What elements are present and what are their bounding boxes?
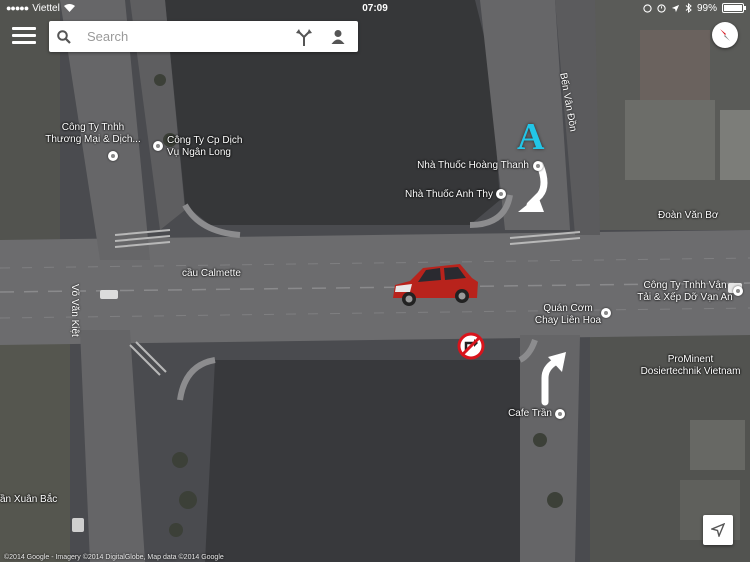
place-label[interactable]: Nhà Thuốc Hoàng Thanh [400, 160, 529, 172]
menu-button[interactable] [12, 24, 36, 46]
street-label: Võ Văn Kiệt [69, 284, 80, 337]
place-pin-icon[interactable] [496, 189, 506, 199]
bridge-label: cầu Calmette [182, 268, 241, 279]
place-label[interactable]: Quán Cơm Chay Liên Hoa [528, 303, 608, 327]
battery-percent: 99% [696, 2, 717, 14]
search-icon [49, 21, 79, 52]
place-label[interactable]: Công Ty Tnhh Vận Tải & Xếp Dỡ Vạn An [625, 280, 745, 304]
battery-icon [722, 3, 746, 13]
directions-button[interactable] [294, 27, 314, 47]
place-label[interactable]: ProMinent Dosiertechnik Vietnam [633, 354, 748, 378]
place-pin-icon[interactable] [601, 308, 611, 318]
clock: 07:09 [362, 2, 388, 14]
place-pin-icon[interactable] [533, 161, 543, 171]
place-label[interactable]: ần Xuân Bắc [0, 494, 57, 506]
search-input[interactable] [85, 28, 289, 45]
search-bar[interactable] [49, 21, 358, 52]
map-attribution: ©2014 Google - Imagery ©2014 DigitalGlob… [4, 554, 224, 561]
bluetooth-icon [685, 3, 692, 13]
place-pin-icon[interactable] [153, 141, 163, 151]
destination-marker-a[interactable]: A [517, 118, 544, 156]
place-label[interactable]: Công Ty Tnhh Thương Mại & Dịch... [28, 122, 158, 146]
menu-icon [12, 27, 36, 44]
location-arrow-icon [671, 4, 680, 12]
place-pin-icon[interactable] [733, 286, 743, 296]
compass-button[interactable] [712, 22, 738, 48]
place-label[interactable]: Nhà Thuốc Anh Thy [390, 189, 493, 201]
my-location-button[interactable] [703, 515, 733, 545]
place-label[interactable]: Cafe Trần [490, 408, 552, 420]
street-label: Đoàn Văn Bơ [658, 210, 719, 221]
directions-icon [296, 29, 312, 46]
alarm-icon [657, 3, 666, 13]
place-pin-icon[interactable] [108, 151, 118, 161]
lock-rotation-icon [643, 3, 652, 13]
status-bar: ●●●●● Viettel 07:09 99% [0, 0, 750, 16]
compass-icon [720, 29, 730, 41]
place-label[interactable]: Công Ty Cp Dịch Vụ Ngân Long [167, 135, 242, 159]
my-location-icon [711, 523, 725, 537]
account-button[interactable] [328, 27, 348, 47]
place-pin-icon[interactable] [555, 409, 565, 419]
person-icon [331, 30, 345, 44]
